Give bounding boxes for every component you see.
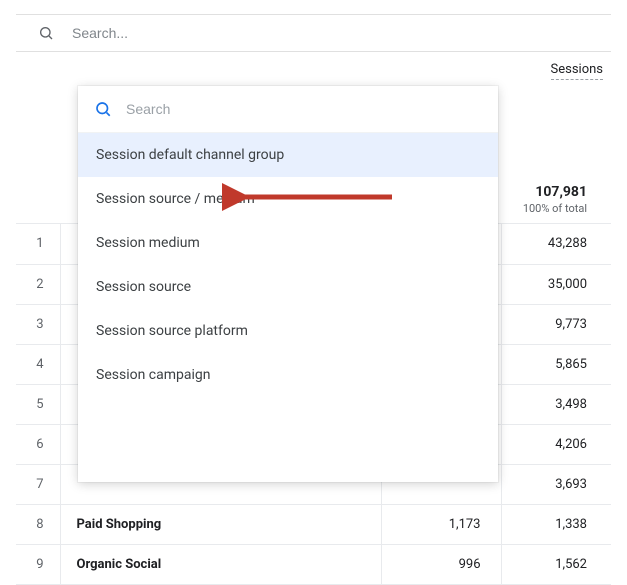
- table-row[interactable]: 8Paid Shopping1,1731,338: [16, 504, 611, 544]
- dropdown-search-input[interactable]: [126, 101, 482, 117]
- row-index: 7: [16, 464, 60, 504]
- row-index: 8: [16, 504, 60, 544]
- row-index: 5: [16, 384, 60, 424]
- row-sessions: 3,498: [501, 384, 611, 424]
- row-sessions: 1,562: [501, 544, 611, 584]
- row-index: 4: [16, 344, 60, 384]
- row-sessions: 1,338: [501, 504, 611, 544]
- table-header: Sessions: [0, 52, 627, 88]
- row-index: 6: [16, 424, 60, 464]
- row-sessions: 9,773: [501, 304, 611, 344]
- search-icon: [38, 25, 54, 41]
- row-channel: Organic Social: [60, 544, 381, 584]
- row-sessions: 4,206: [501, 424, 611, 464]
- dropdown-option[interactable]: Session campaign: [78, 353, 498, 397]
- row-index: 2: [16, 264, 60, 304]
- sessions-column-header[interactable]: Sessions: [551, 62, 604, 80]
- top-search-input[interactable]: [72, 25, 593, 41]
- row-metric-1: 996: [381, 544, 501, 584]
- row-metric-1: 1,173: [381, 504, 501, 544]
- row-sessions: 5,865: [501, 344, 611, 384]
- row-index: 1: [16, 224, 60, 264]
- dropdown-list: Session default channel groupSession sou…: [78, 133, 498, 397]
- dropdown-search[interactable]: [78, 86, 498, 133]
- search-icon: [94, 100, 112, 118]
- row-channel: Paid Shopping: [60, 504, 381, 544]
- row-sessions: 3,693: [501, 464, 611, 504]
- row-index: 9: [16, 544, 60, 584]
- dropdown-option[interactable]: Session source / medium: [78, 177, 498, 221]
- dropdown-option[interactable]: Session medium: [78, 221, 498, 265]
- dropdown-option[interactable]: Session default channel group: [78, 133, 498, 177]
- table-row[interactable]: 9Organic Social9961,562: [16, 544, 611, 584]
- row-sessions: 35,000: [501, 264, 611, 304]
- top-search-bar[interactable]: [16, 15, 611, 52]
- dropdown-option[interactable]: Session source platform: [78, 309, 498, 353]
- dimension-dropdown: Session default channel groupSession sou…: [78, 86, 498, 482]
- row-sessions: 43,288: [501, 224, 611, 264]
- row-index: 3: [16, 304, 60, 344]
- dropdown-option[interactable]: Session source: [78, 265, 498, 309]
